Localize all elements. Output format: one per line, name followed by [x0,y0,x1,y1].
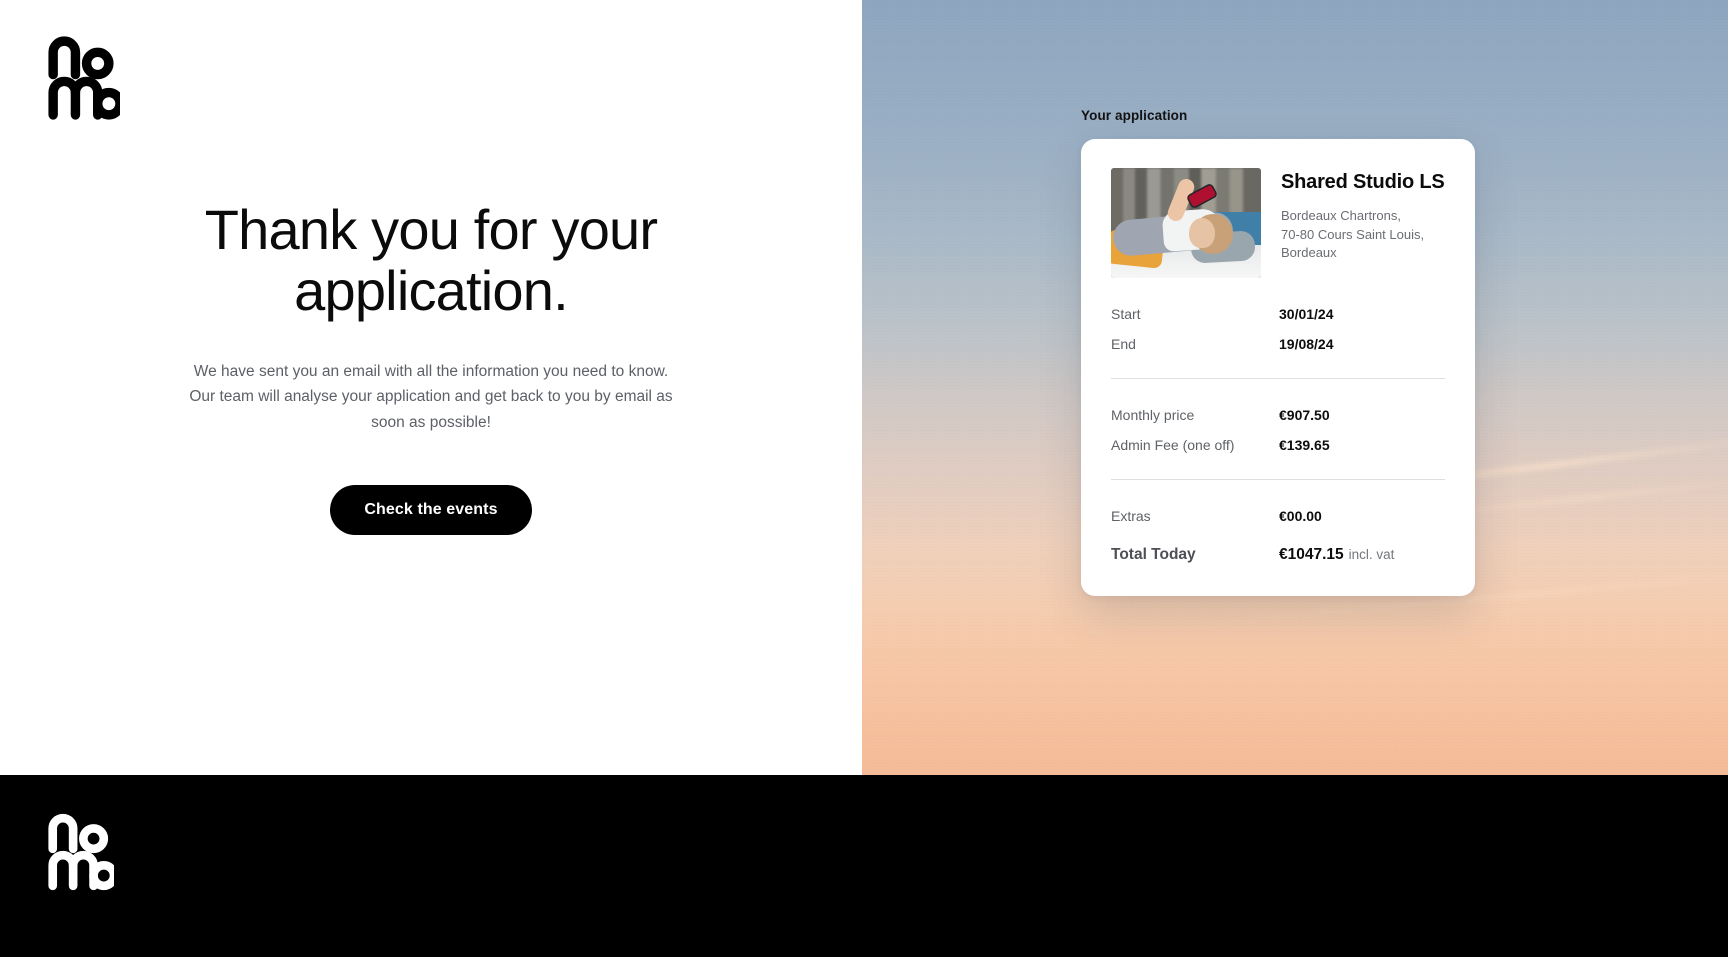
row-label: End [1111,336,1136,352]
row-label: Extras [1111,508,1151,524]
property-address: Bordeaux Chartrons, 70-80 Cours Saint Lo… [1281,208,1425,261]
application-section-label: Your application [1081,108,1188,123]
hero-subtitle: We have sent you an email with all the i… [189,363,673,431]
charges-group: Monthly price €907.50 Admin Fee (one off… [1111,407,1445,453]
total-row: Total Today €1047.15 incl. vat [1111,546,1445,564]
card-header: Shared Studio LS Bordeaux Chartrons, 70-… [1111,168,1445,278]
application-summary: Your application Shared Studio LS Bordea… [1081,108,1475,596]
property-photo [1111,168,1261,278]
cta-wrapper: Check the events [330,484,532,535]
hero-section: Thank you for your application. We have … [0,0,862,775]
dates-group: Start 30/01/24 End 19/08/24 [1111,306,1445,352]
divider [1111,479,1445,480]
total-suffix: incl. vat [1348,547,1395,562]
row-value: 19/08/24 [1279,336,1334,352]
table-row: Extras €00.00 [1111,508,1445,524]
page-root: Thank you for your application. We have … [0,0,1728,957]
total-value: €1047.15 [1279,546,1344,563]
table-row: Admin Fee (one off) €139.65 [1111,437,1445,453]
row-value: €00.00 [1279,508,1322,524]
application-card: Shared Studio LS Bordeaux Chartrons, 70-… [1081,139,1475,596]
check-the-events-button[interactable]: Check the events [330,484,532,535]
row-value: 30/01/24 [1279,306,1334,322]
left-pane: Thank you for your application. We have … [0,0,862,775]
row-value: €139.65 [1279,437,1330,453]
property-info: Shared Studio LS Bordeaux Chartrons, 70-… [1281,168,1445,278]
row-label: Monthly price [1111,407,1195,423]
table-row: End 19/08/24 [1111,336,1445,352]
page-title: Thank you for your application. [204,198,658,322]
row-label: Admin Fee (one off) [1111,437,1235,453]
row-label: Start [1111,306,1141,322]
totals-group: Extras €00.00 Total Today €1047.15 incl.… [1111,508,1445,564]
row-value: €907.50 [1279,407,1330,423]
table-row: Monthly price €907.50 [1111,407,1445,423]
divider [1111,378,1445,379]
total-label: Total Today [1111,546,1196,563]
footer-nomo-logo[interactable] [48,813,114,891]
property-name: Shared Studio LS [1281,171,1445,193]
site-footer: Nomo®2023 | Terms of Use | Privacy polic… [0,775,1728,957]
table-row: Start 30/01/24 [1111,306,1445,322]
